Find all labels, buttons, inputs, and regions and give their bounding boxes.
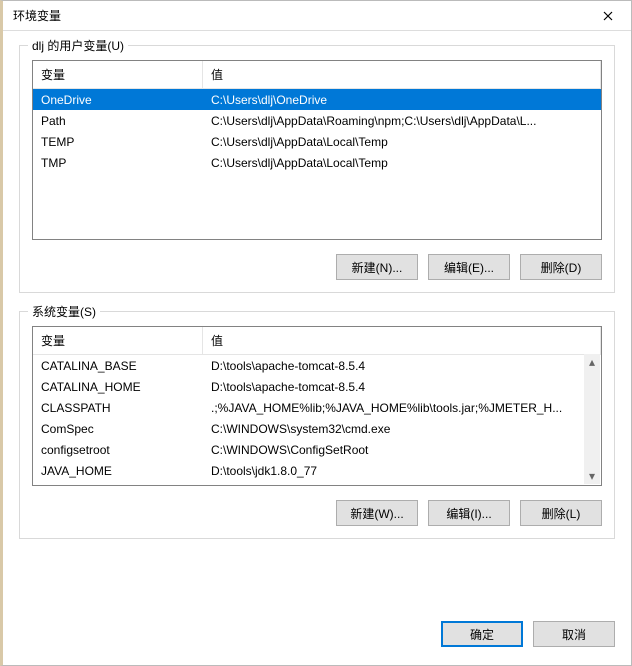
close-button[interactable] — [593, 6, 623, 26]
var-value-cell: C:\Users\dlj\OneDrive — [203, 93, 601, 107]
var-value-cell: .;%JAVA_HOME%lib;%JAVA_HOME%lib\tools.ja… — [203, 401, 601, 415]
scroll-up-icon[interactable]: ▴ — [584, 354, 600, 370]
system-vars-list[interactable]: 变量 值 CATALINA_BASED:\tools\apache-tomcat… — [32, 326, 602, 486]
system-vars-header: 变量 值 — [33, 327, 601, 355]
ok-button[interactable]: 确定 — [441, 621, 523, 647]
user-vars-header: 变量 值 — [33, 61, 601, 89]
table-row[interactable]: CATALINA_BASED:\tools\apache-tomcat-8.5.… — [33, 355, 601, 376]
table-row[interactable]: JAVA_HOMED:\tools\jdk1.8.0_77 — [33, 460, 601, 481]
var-value-cell: C:\Users\dlj\AppData\Local\Temp — [203, 156, 601, 170]
var-value-cell: D:\tools\jdk1.8.0_77 — [203, 464, 601, 478]
user-button-row: 新建(N)... 编辑(E)... 删除(D) — [32, 254, 602, 280]
system-vars-group: 系统变量(S) 变量 值 CATALINA_BASED:\tools\apach… — [19, 311, 615, 539]
table-row[interactable]: OneDriveC:\Users\dlj\OneDrive — [33, 89, 601, 110]
table-row[interactable]: configsetrootC:\WINDOWS\ConfigSetRoot — [33, 439, 601, 460]
user-vars-body: OneDriveC:\Users\dlj\OneDrivePathC:\User… — [33, 89, 601, 239]
dialog-button-row: 确定 取消 — [3, 621, 631, 665]
content-area: dlj 的用户变量(U) 变量 值 OneDriveC:\Users\dlj\O… — [3, 31, 631, 621]
system-edit-button[interactable]: 编辑(I)... — [428, 500, 510, 526]
table-row[interactable]: PathC:\Users\dlj\AppData\Roaming\npm;C:\… — [33, 110, 601, 131]
system-vars-legend: 系统变量(S) — [28, 303, 100, 320]
var-value-cell: D:\tools\apache-jmeter-3.2 — [203, 485, 601, 486]
var-name-cell: CATALINA_HOME — [33, 380, 203, 394]
sys-col-value[interactable]: 值 — [203, 327, 601, 354]
var-name-cell: ComSpec — [33, 422, 203, 436]
var-name-cell: OneDrive — [33, 93, 203, 107]
user-vars-group: dlj 的用户变量(U) 变量 值 OneDriveC:\Users\dlj\O… — [19, 45, 615, 293]
system-delete-button[interactable]: 删除(L) — [520, 500, 602, 526]
table-row[interactable]: JMETER_HOMED:\tools\apache-jmeter-3.2 — [33, 481, 601, 485]
env-vars-dialog: 环境变量 dlj 的用户变量(U) 变量 值 OneDriveC:\Users\… — [0, 0, 632, 666]
user-edit-button[interactable]: 编辑(E)... — [428, 254, 510, 280]
var-name-cell: JMETER_HOME — [33, 485, 203, 486]
user-delete-button[interactable]: 删除(D) — [520, 254, 602, 280]
var-name-cell: TEMP — [33, 135, 203, 149]
table-row[interactable]: TMPC:\Users\dlj\AppData\Local\Temp — [33, 152, 601, 173]
var-name-cell: TMP — [33, 156, 203, 170]
var-name-cell: configsetroot — [33, 443, 203, 457]
var-value-cell: D:\tools\apache-tomcat-8.5.4 — [203, 380, 601, 394]
system-new-button[interactable]: 新建(W)... — [336, 500, 418, 526]
user-vars-list[interactable]: 变量 值 OneDriveC:\Users\dlj\OneDrivePathC:… — [32, 60, 602, 240]
system-vars-scrollbar[interactable]: ▴ ▾ — [584, 354, 600, 484]
user-vars-legend: dlj 的用户变量(U) — [28, 37, 128, 54]
scroll-down-icon[interactable]: ▾ — [584, 468, 600, 484]
titlebar: 环境变量 — [3, 1, 631, 31]
system-vars-body: CATALINA_BASED:\tools\apache-tomcat-8.5.… — [33, 355, 601, 485]
window-title: 环境变量 — [13, 7, 61, 24]
user-col-name[interactable]: 变量 — [33, 61, 203, 88]
var-value-cell: C:\WINDOWS\system32\cmd.exe — [203, 422, 601, 436]
var-value-cell: C:\Users\dlj\AppData\Local\Temp — [203, 135, 601, 149]
sys-col-name[interactable]: 变量 — [33, 327, 203, 354]
table-row[interactable]: ComSpecC:\WINDOWS\system32\cmd.exe — [33, 418, 601, 439]
var-value-cell: C:\Users\dlj\AppData\Roaming\npm;C:\User… — [203, 114, 601, 128]
var-value-cell: C:\WINDOWS\ConfigSetRoot — [203, 443, 601, 457]
close-icon — [603, 11, 613, 21]
var-name-cell: Path — [33, 114, 203, 128]
table-row[interactable]: CATALINA_HOMED:\tools\apache-tomcat-8.5.… — [33, 376, 601, 397]
var-value-cell: D:\tools\apache-tomcat-8.5.4 — [203, 359, 601, 373]
user-col-value[interactable]: 值 — [203, 61, 601, 88]
var-name-cell: JAVA_HOME — [33, 464, 203, 478]
system-button-row: 新建(W)... 编辑(I)... 删除(L) — [32, 500, 602, 526]
table-row[interactable]: CLASSPATH.;%JAVA_HOME%lib;%JAVA_HOME%lib… — [33, 397, 601, 418]
var-name-cell: CLASSPATH — [33, 401, 203, 415]
var-name-cell: CATALINA_BASE — [33, 359, 203, 373]
table-row[interactable]: TEMPC:\Users\dlj\AppData\Local\Temp — [33, 131, 601, 152]
cancel-button[interactable]: 取消 — [533, 621, 615, 647]
user-new-button[interactable]: 新建(N)... — [336, 254, 418, 280]
